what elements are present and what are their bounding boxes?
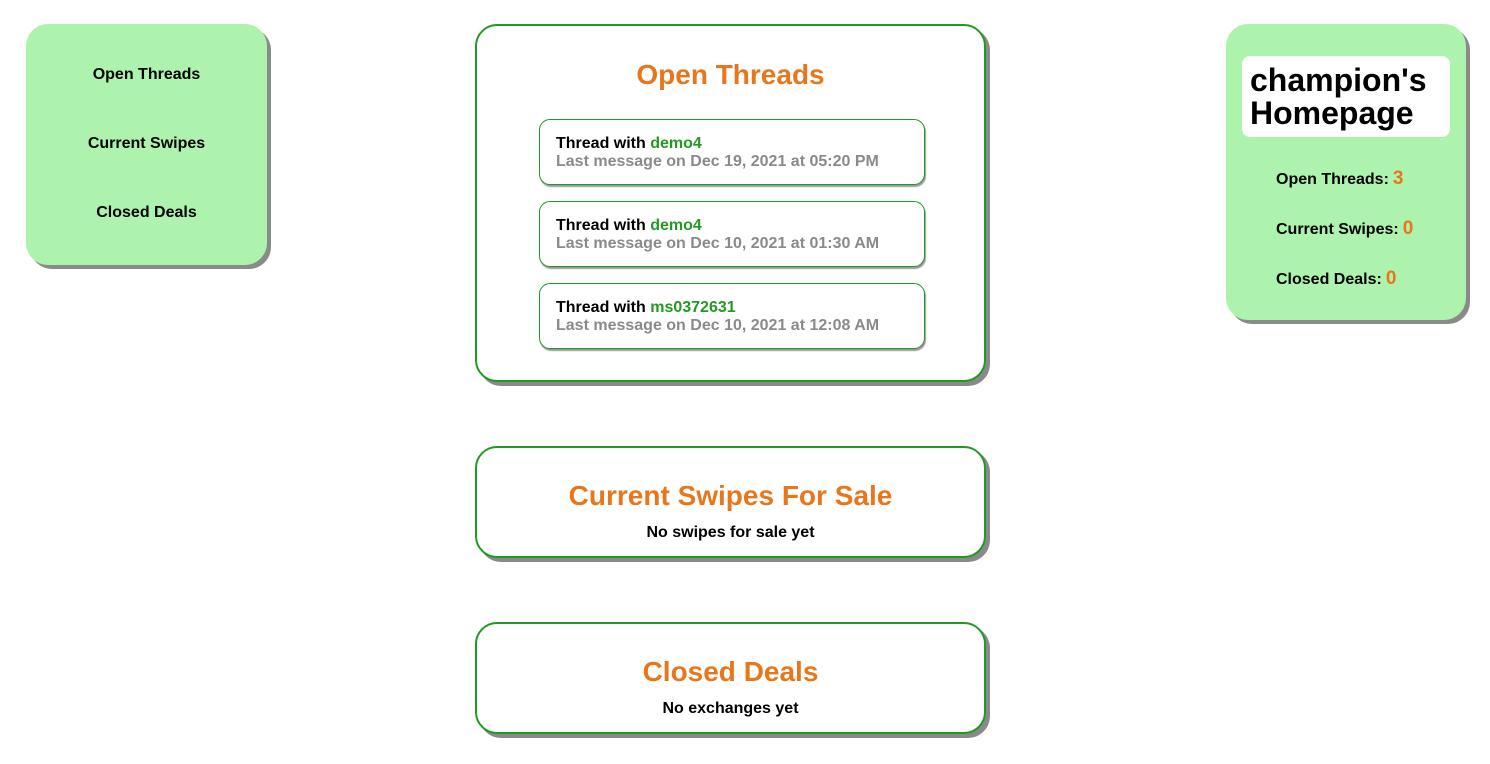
thread-item[interactable]: Thread with demo4 Last message on Dec 10… <box>539 201 925 267</box>
thread-item[interactable]: Thread with demo4 Last message on Dec 19… <box>539 119 925 185</box>
homepage-title: champion's Homepage <box>1242 56 1450 137</box>
stat-label: Current Swipes: <box>1276 221 1399 238</box>
swipes-empty-message: No swipes for sale yet <box>646 524 815 541</box>
thread-heading: Thread with demo4 <box>556 135 924 153</box>
thread-heading: Thread with ms0372631 <box>556 299 924 317</box>
left-nav-panel: Open Threads Current Swipes Closed Deals <box>26 24 267 265</box>
thread-last-message: Last message on Dec 19, 2021 at 05:20 PM <box>556 153 879 170</box>
stat-label: Closed Deals: <box>1276 271 1382 288</box>
nav-item-closed-deals[interactable]: Closed Deals <box>26 204 267 222</box>
stat-current-swipes: Current Swipes: 0 <box>1276 218 1413 240</box>
nav-item-current-swipes[interactable]: Current Swipes <box>26 135 267 153</box>
open-threads-title: Open Threads <box>636 59 825 90</box>
current-swipes-title: Current Swipes For Sale <box>568 480 893 511</box>
closed-deals-title: Closed Deals <box>642 656 819 687</box>
thread-heading: Thread with demo4 <box>556 217 924 235</box>
stat-value: 0 <box>1402 218 1414 239</box>
thread-user: demo4 <box>650 217 702 234</box>
thread-last-message: Last message on Dec 10, 2021 at 12:08 AM <box>556 317 880 334</box>
deals-empty-message: No exchanges yet <box>662 700 799 717</box>
stat-value: 0 <box>1385 268 1397 289</box>
thread-user: ms0372631 <box>650 299 736 316</box>
thread-item[interactable]: Thread with ms0372631 Last message on De… <box>539 283 925 349</box>
thread-prefix: Thread with <box>556 299 651 316</box>
current-swipes-card: Current Swipes For Sale No swipes for sa… <box>475 446 986 558</box>
stat-closed-deals: Closed Deals: 0 <box>1276 268 1396 290</box>
closed-deals-card: Closed Deals No exchanges yet <box>475 622 986 734</box>
thread-prefix: Thread with <box>556 217 651 234</box>
profile-panel: champion's Homepage Open Threads: 3 Curre… <box>1226 24 1466 320</box>
thread-prefix: Thread with <box>556 135 651 152</box>
open-threads-card: Open Threads Thread with demo4 Last mess… <box>475 24 986 382</box>
stat-value: 3 <box>1392 168 1404 189</box>
stat-open-threads: Open Threads: 3 <box>1276 168 1403 190</box>
stat-label: Open Threads: <box>1276 171 1389 188</box>
thread-user: demo4 <box>650 135 702 152</box>
thread-last-message: Last message on Dec 10, 2021 at 01:30 AM <box>556 235 880 252</box>
nav-item-open-threads[interactable]: Open Threads <box>26 66 267 84</box>
